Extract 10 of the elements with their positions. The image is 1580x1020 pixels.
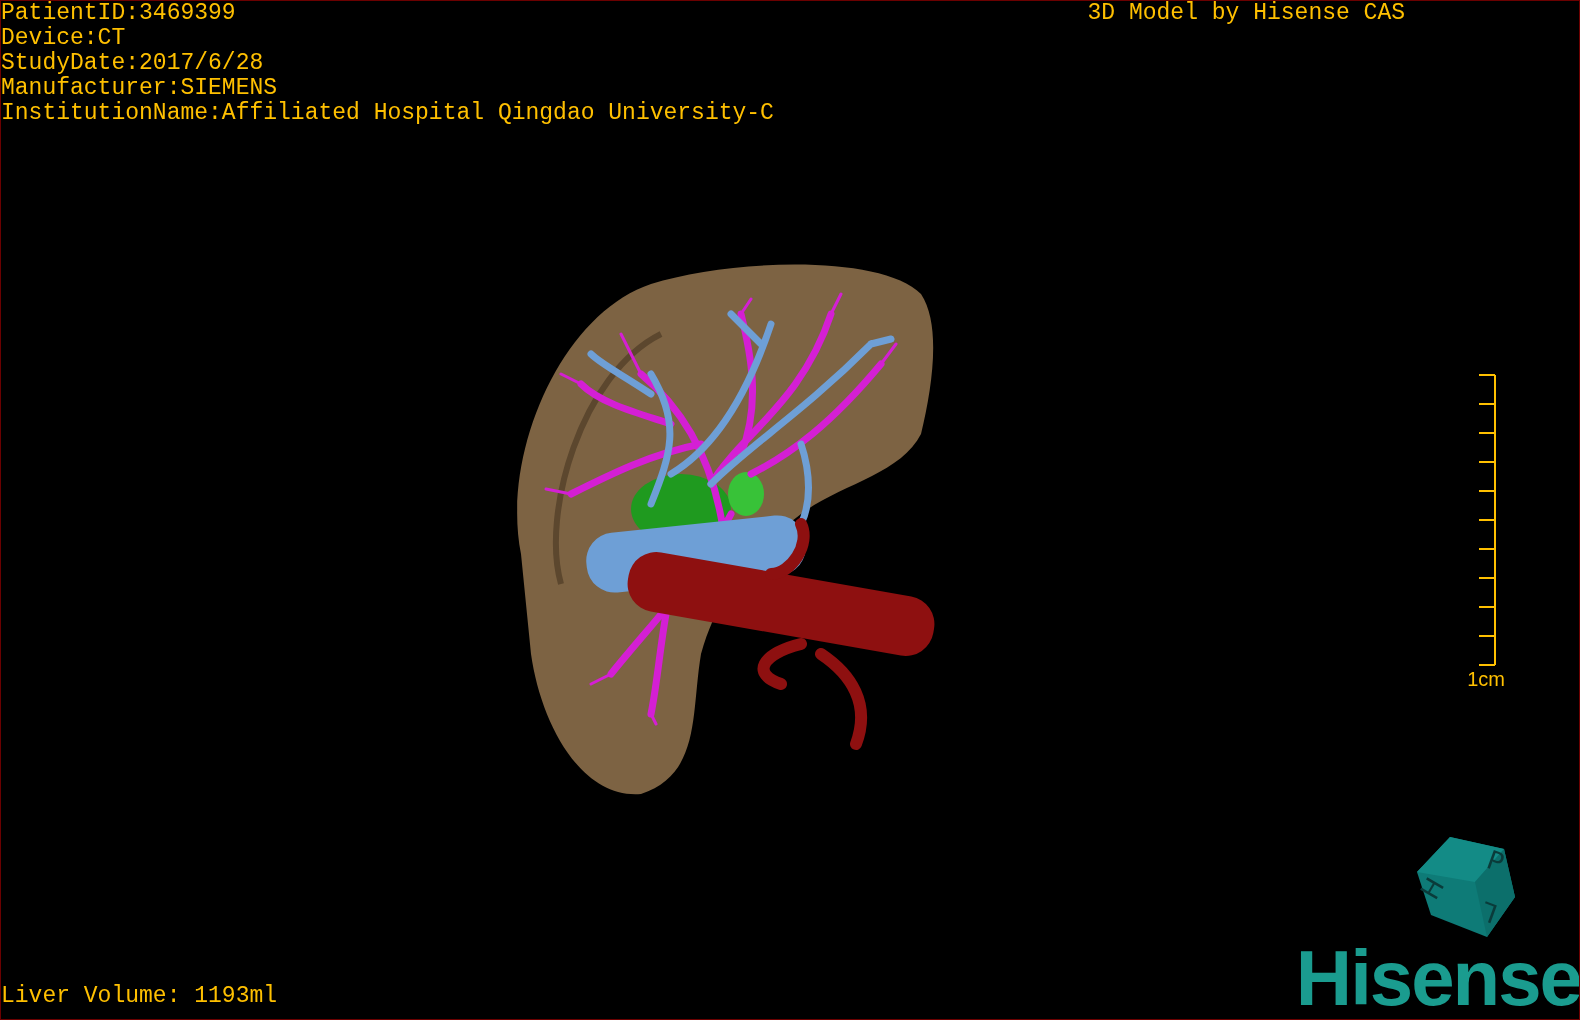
patient-info-text: InstitutionName:Affiliated Hospital Qingdao University-C [1,101,774,126]
scale-ruler-icon [1479,374,1497,666]
model-caption: 3D Model by Hisense CAS [1087,1,1405,28]
liver-volume-text: Liver Volume: 1193ml [1,984,278,1009]
patient-info-text: PatientID:3469399 [1,1,237,26]
hisense-logo: Hisense [1295,943,1579,1013]
scale-label: 1cm [1467,668,1505,690]
patient-info-text: Device:CT [1,26,127,51]
patient-info-text: Manufacturer:SIEMENS [1,76,279,101]
patient-info-text: StudyDate:2017/6/28 [1,51,265,76]
